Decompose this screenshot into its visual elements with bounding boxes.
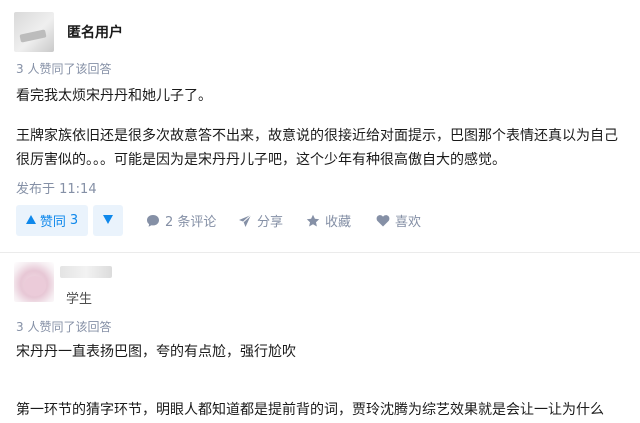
- upvote-count: 3: [69, 213, 79, 228]
- share-button[interactable]: 分享: [238, 205, 283, 236]
- comments-label: 2 条评论: [165, 215, 217, 230]
- answer-paragraph: 看完我太烦宋丹丹和她儿子了。: [16, 88, 212, 104]
- answer-paragraph: 宋丹丹一直表扬巴图，夸的有点尬，强行尬吹: [16, 344, 296, 360]
- answer-divider: [0, 252, 640, 253]
- share-label: 分享: [257, 215, 284, 230]
- author-headline: 学生: [66, 292, 93, 307]
- paper-plane-icon: [238, 214, 252, 228]
- upvote-button[interactable]: 赞同 3: [16, 205, 88, 236]
- user-avatar[interactable]: [14, 262, 54, 302]
- answer-paragraph: 第一环节的猜字环节，明眼人都知道都是提前背的词，贾玲沈腾为综艺效果就是会让一让为…: [16, 402, 604, 418]
- triangle-down-icon: [103, 214, 113, 227]
- downvote-button[interactable]: [93, 205, 123, 236]
- publish-time[interactable]: 发布于 11:14: [16, 178, 97, 197]
- comment-bubble-icon: [146, 214, 160, 228]
- comments-button[interactable]: 2 条评论: [146, 205, 216, 236]
- blurred-author-name: [60, 266, 112, 278]
- collect-label: 收藏: [325, 215, 352, 230]
- anonymous-avatar: [14, 12, 54, 52]
- upvote-note: 3 人赞同了该回答: [16, 320, 112, 334]
- triangle-up-icon: [25, 213, 36, 228]
- upvote-label: 赞同: [39, 215, 66, 230]
- upvote-note: 3 人赞同了该回答: [16, 62, 112, 76]
- answer-paragraph-line: 很厉害似的。。。可能是因为是宋丹丹儿子吧，这个少年有种很高傲自大的感觉。: [16, 152, 506, 168]
- like-button[interactable]: 喜欢: [376, 205, 421, 236]
- author-name[interactable]: 匿名用户: [67, 22, 123, 42]
- heart-icon: [376, 214, 390, 227]
- answer-paragraph-line: 王牌家族依旧还是很多次故意答不出来，故意说的很接近给对面提示，巴图那个表情还真以…: [16, 128, 618, 144]
- star-icon: [306, 214, 320, 228]
- collect-button[interactable]: 收藏: [306, 205, 351, 236]
- like-label: 喜欢: [395, 215, 422, 230]
